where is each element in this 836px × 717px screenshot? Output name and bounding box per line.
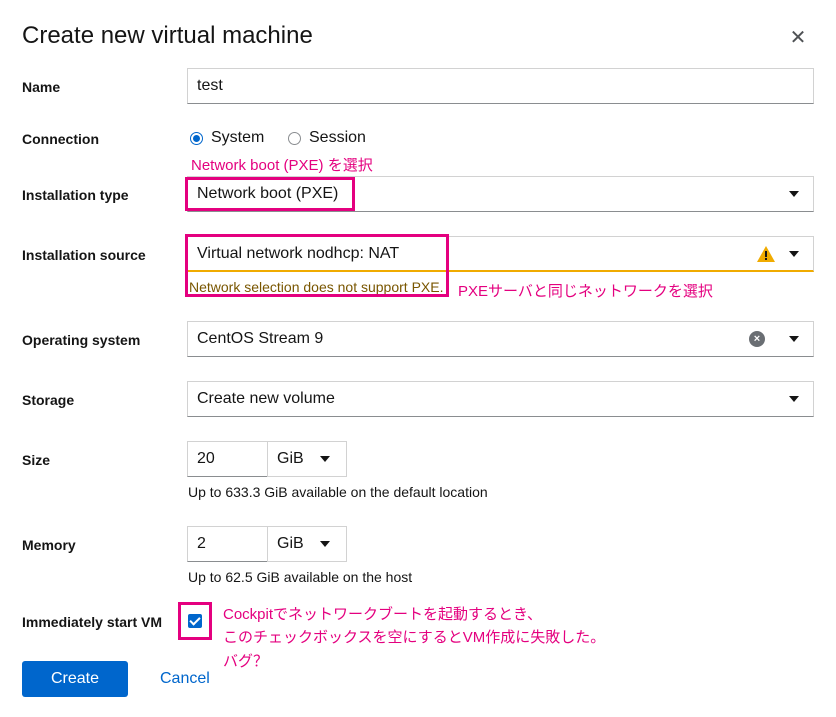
memory-input[interactable]: 2 [187,526,268,562]
warning-triangle-icon [757,246,775,262]
radio-selected-icon [190,131,203,145]
start-vm-label: Immediately start VM [22,614,163,630]
size-value: 20 [197,450,215,467]
name-label: Name [22,79,61,95]
operating-system-value: CentOS Stream 9 [197,330,324,347]
size-unit-value: GiB [277,450,304,467]
radio-system-label: System [211,129,265,146]
dialog-title: Create new virtual machine [22,22,313,49]
memory-helper-text: Up to 62.5 GiB available on the host [188,569,413,585]
create-button[interactable]: Create [22,661,128,697]
annotation-highlight-install-type [185,177,355,211]
annotation-source: PXEサーバと同じネットワークを選択 [458,283,713,300]
memory-unit-select[interactable]: GiB [267,526,347,562]
close-icon[interactable]: ✕ [788,28,808,48]
chevron-down-icon [320,541,330,547]
size-helper-text: Up to 633.3 GiB available on the default… [188,484,488,500]
name-input-value: test [197,77,223,94]
cancel-button[interactable]: Cancel [160,670,210,688]
installation-source-label: Installation source [22,247,146,263]
annotation-checkbox-line3: バグ？ [223,653,269,670]
size-unit-select[interactable]: GiB [267,441,347,477]
annotation-checkbox-line1: Cockpitでネットワークブートを起動するとき、 [223,606,542,623]
operating-system-select[interactable]: CentOS Stream 9 × [187,321,814,357]
memory-label: Memory [22,537,76,553]
annotation-highlight-source [185,234,449,297]
chevron-down-icon [789,250,799,257]
memory-unit-value: GiB [277,535,304,552]
chevron-down-icon [320,456,330,462]
storage-label: Storage [22,392,75,408]
start-vm-checkbox[interactable] [188,614,202,628]
chevron-down-icon [789,336,799,342]
storage-value: Create new volume [197,390,335,407]
size-label: Size [22,452,51,468]
annotation-checkbox-line2: このチェックボックスを空にするとVM作成に失敗した。 [223,629,606,646]
size-input[interactable]: 20 [187,441,268,477]
storage-select[interactable]: Create new volume [187,381,814,417]
installation-type-label: Installation type [22,187,129,203]
radio-session-label: Session [309,129,366,146]
connection-radio-system[interactable]: System [190,129,264,147]
chevron-down-icon [789,396,799,402]
clear-icon[interactable]: × [749,331,765,347]
operating-system-label: Operating system [22,332,141,348]
connection-radio-session[interactable]: Session [288,129,366,147]
chevron-down-icon [789,191,799,197]
connection-label: Connection [22,131,99,147]
annotation-install-type: Network boot (PXE) を選択 [191,157,373,174]
name-input[interactable]: test [187,68,814,104]
memory-value: 2 [197,535,206,552]
radio-unselected-icon [288,131,301,145]
